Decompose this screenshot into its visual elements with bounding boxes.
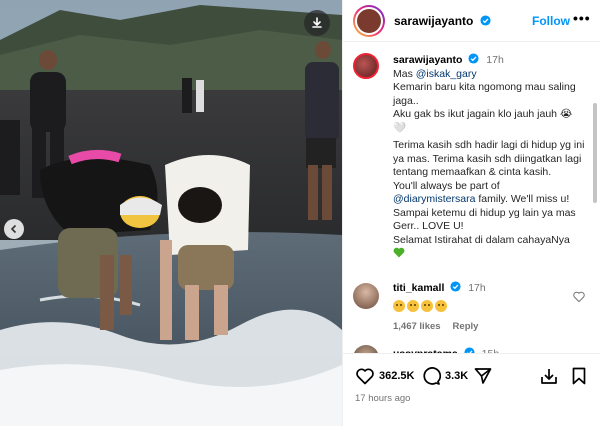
more-options-icon[interactable]: •••: [573, 10, 591, 26]
like-button[interactable]: 362.5K: [355, 366, 414, 386]
caption-line: You'll always be part of: [393, 179, 500, 192]
post-photo: [0, 0, 342, 426]
repost-button[interactable]: [539, 366, 563, 386]
commenter-avatar[interactable]: [353, 345, 379, 353]
post-header: sarawijayanto Follow •••: [343, 0, 600, 42]
mention-link[interactable]: @iskak_gary: [416, 68, 477, 80]
heart-icon[interactable]: [573, 291, 585, 303]
mention-link[interactable]: @diarymistersara: [393, 193, 475, 205]
comment-time: 17h: [468, 282, 486, 294]
post-details-panel: sarawijayanto Follow ••• sarawijayanto 1…: [342, 0, 600, 426]
verified-icon: [480, 14, 491, 26]
comments-area: sarawijayanto 17h Mas @iskak_gary Kemari…: [343, 43, 600, 353]
post-image: [0, 0, 342, 426]
follow-button[interactable]: Follow: [532, 14, 570, 28]
caption-text: sarawijayanto 17h Mas @iskak_gary Kemari…: [393, 53, 593, 261]
green-heart-icon: [393, 247, 405, 258]
comment-icon: [423, 367, 441, 385]
caption-line: Kemarin baru kita ngomong mau saling jag…: [393, 81, 576, 107]
share-icon: [474, 368, 492, 384]
post-timestamp: 17 hours ago: [355, 393, 411, 404]
author-avatar[interactable]: [353, 4, 385, 37]
share-button[interactable]: [473, 366, 497, 386]
caption-line: family. We'll miss u!: [475, 193, 570, 205]
caption-time: 17h: [486, 54, 504, 66]
chevron-left-icon: [10, 224, 17, 234]
repost-icon: [541, 369, 557, 384]
caption-username[interactable]: sarawijayanto: [393, 53, 482, 66]
reply-button[interactable]: Reply: [453, 321, 479, 332]
caption-line: Sampai ketemu di hidup yg lain ya mas Ge…: [393, 206, 576, 233]
sad-face-icon: [435, 299, 447, 312]
comment-body: titi_kamall 17h 1,467 likes Reply: [393, 281, 573, 333]
caption-avatar[interactable]: [353, 53, 379, 79]
likes-count[interactable]: 362.5K: [379, 370, 414, 382]
caption-line: Terima kasih sdh hadir lagi di hidup yg …: [393, 139, 585, 178]
comment-meta: 1,467 likes Reply: [393, 320, 573, 334]
commenter-username[interactable]: titi_kamall: [393, 282, 444, 294]
verified-icon: [468, 53, 479, 64]
commenter-avatar[interactable]: [353, 283, 379, 309]
comment-likes[interactable]: 1,467 likes: [393, 321, 441, 332]
comment-emojis: [393, 299, 573, 312]
save-button[interactable]: [569, 366, 593, 386]
comment-button[interactable]: 3.3K: [421, 366, 468, 386]
author-username[interactable]: sarawijayanto: [394, 14, 491, 28]
bookmark-icon: [572, 367, 586, 385]
download-icon: [312, 17, 322, 28]
sad-face-icon: [393, 299, 405, 312]
caption-line: 🤍: [393, 121, 407, 134]
action-bar: 362.5K 3.3K 17 hours ago: [343, 353, 600, 426]
caption-line: Mas: [393, 67, 416, 80]
caption-line: Aku gak bs ikut jagain klo jauh jauh 😭: [393, 108, 573, 120]
verified-icon: [450, 281, 461, 292]
download-button[interactable]: [304, 10, 330, 36]
comments-count[interactable]: 3.3K: [445, 370, 468, 382]
heart-icon: [356, 368, 374, 385]
sad-face-icon: [407, 299, 419, 312]
caption-line: Selamat Istirahat di dalam cahayaNya: [393, 233, 570, 246]
sad-face-icon: [421, 299, 433, 312]
scrollbar[interactable]: [593, 103, 597, 203]
previous-slide-button[interactable]: [4, 219, 24, 239]
author-username-text[interactable]: sarawijayanto: [394, 14, 473, 28]
